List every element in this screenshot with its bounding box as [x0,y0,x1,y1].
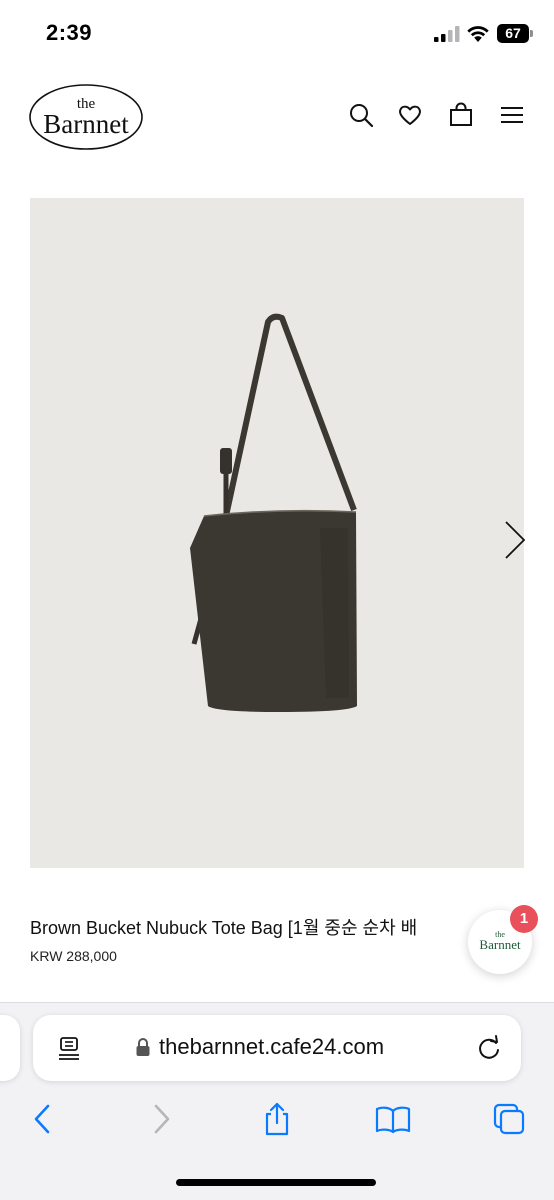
next-image-arrow-icon[interactable] [500,518,530,562]
heart-icon[interactable] [397,102,423,128]
page-menu-icon[interactable] [57,1035,83,1061]
wifi-icon [466,23,490,42]
product-bag-image [190,313,357,712]
product-image-carousel[interactable] [30,198,526,868]
tabs-icon[interactable] [491,1101,527,1137]
chat-logo-main: Barnnet [479,937,521,952]
battery-level: 67 [505,25,521,41]
logo-main-text: Barnnet [43,109,129,139]
product-name[interactable]: Brown Bucket Nubuck Tote Bag [1월 중순 순차 배 [30,914,480,940]
share-icon[interactable] [259,1101,295,1137]
back-icon[interactable] [26,1101,62,1137]
address-bar[interactable]: thebarnnet.cafe24.com [33,1015,521,1081]
forward-icon[interactable] [144,1101,180,1137]
product-price: KRW 288,000 [30,948,117,964]
chat-logo: the Barnnet [479,930,521,952]
home-indicator [176,1179,376,1186]
url-text[interactable]: thebarnnet.cafe24.com [159,1034,384,1060]
previous-tab-card[interactable] [0,1015,20,1081]
barnnet-logo[interactable]: the Barnnet [28,83,144,151]
notification-badge: 1 [510,905,538,933]
reload-icon[interactable] [475,1034,503,1062]
status-time: 2:39 [46,20,93,45]
bookmarks-icon[interactable] [375,1101,411,1137]
search-icon[interactable] [348,102,374,128]
shopping-bag-icon[interactable] [448,102,474,128]
battery-icon: 67 [497,24,533,43]
lock-icon [135,1037,151,1057]
site-header: the Barnnet [0,78,554,158]
menu-icon[interactable] [499,102,525,128]
cellular-signal-icon [434,26,460,42]
browser-toolbar: thebarnnet.cafe24.com [0,1002,554,1200]
status-bar: 2:39 67 [0,0,554,66]
